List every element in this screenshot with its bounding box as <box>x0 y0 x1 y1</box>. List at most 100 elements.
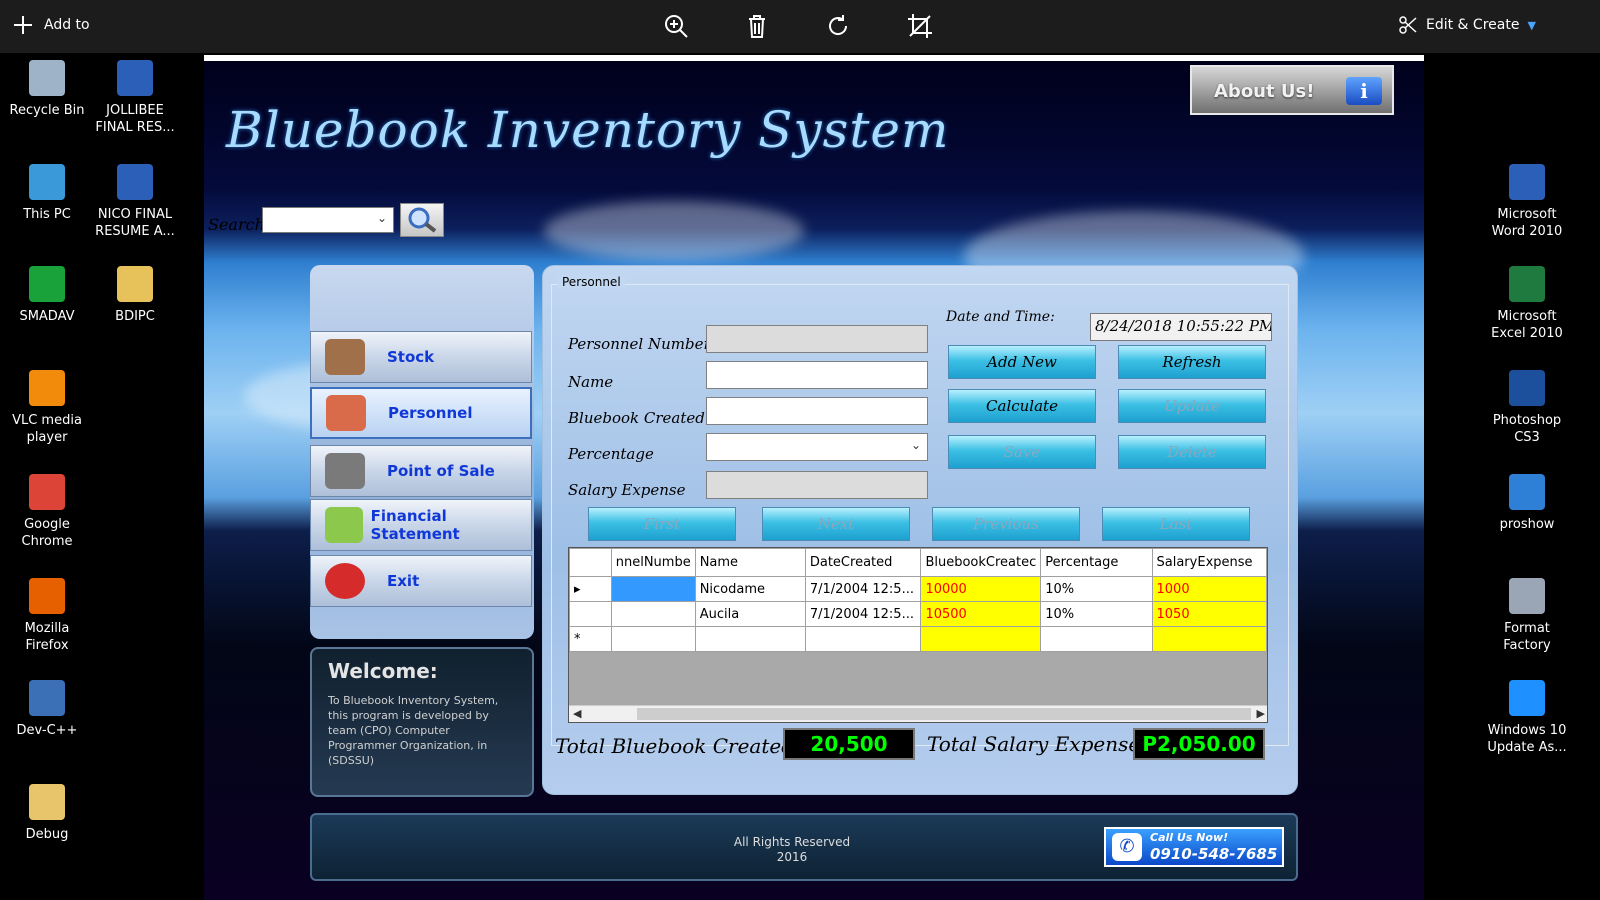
column-header[interactable]: Percentage <box>1040 548 1153 577</box>
table-cell[interactable]: 10500 <box>920 601 1042 627</box>
call-us-banner[interactable]: ✆ Call Us Now! 0910-548-7685 <box>1104 827 1284 867</box>
desktop-shortcut-label: VLC media player <box>12 413 82 445</box>
column-header[interactable]: DateCreated <box>804 548 922 577</box>
column-header[interactable]: nnelNumbe <box>610 548 696 577</box>
row-selector-icon[interactable]: ▸ <box>569 576 612 602</box>
table-row[interactable]: ▸ Nicodame 7/1/2004 12:5... 10000 10% 10… <box>569 576 1267 602</box>
desktop-shortcut-label: proshow <box>1499 517 1555 532</box>
bluebook-created-field[interactable] <box>706 397 928 425</box>
desktop-shortcut-label: Recycle Bin <box>9 103 85 118</box>
pos-receipt-icon <box>325 453 365 489</box>
nav-panel: Stock Personnel Point of Sale Financial … <box>310 265 534 639</box>
desktop-shortcut[interactable]: proshow <box>1484 474 1570 533</box>
previous-button[interactable]: Previous <box>932 507 1080 541</box>
scroll-left-icon[interactable]: ◀ <box>573 707 581 720</box>
update-button[interactable]: Update <box>1118 389 1266 423</box>
desktop-shortcut[interactable]: JOLLIBEE FINAL RES... <box>92 60 178 136</box>
scrollbar-thumb[interactable] <box>637 708 1251 720</box>
table-cell[interactable]: Nicodame <box>694 576 806 602</box>
smadav-icon <box>29 266 65 302</box>
search-combobox[interactable]: ⌄ <box>262 207 394 233</box>
personnel-panel: Personnel Personnel Number Name Bluebook… <box>542 265 1298 795</box>
nav-stock-button[interactable]: Stock <box>310 331 532 383</box>
desktop-shortcut[interactable]: Windows 10 Update As... <box>1484 680 1570 756</box>
percentage-combobox[interactable]: ⌄ <box>706 433 928 461</box>
table-cell[interactable] <box>610 601 696 627</box>
table-cell[interactable] <box>1151 626 1267 652</box>
table-cell[interactable]: 10000 <box>920 576 1042 602</box>
search-button[interactable] <box>400 203 444 237</box>
name-field[interactable] <box>706 361 928 389</box>
add-to-button[interactable]: Add to <box>12 14 90 36</box>
bluebook-created-label: Bluebook Created <box>568 409 705 427</box>
table-cell[interactable] <box>610 576 696 602</box>
rotate-icon[interactable] <box>824 12 852 40</box>
desktop-shortcut[interactable]: Dev-C++ <box>4 680 90 739</box>
next-button[interactable]: Next <box>762 507 910 541</box>
personnel-number-field[interactable] <box>706 325 928 353</box>
desktop-shortcut[interactable]: NICO FINAL RESUME A... <box>92 164 178 240</box>
crop-icon[interactable] <box>906 12 934 40</box>
nav-personnel-button[interactable]: Personnel <box>310 387 532 439</box>
personnel-number-label: Personnel Number <box>568 335 711 353</box>
table-cell[interactable]: 7/1/2004 12:5... <box>804 601 922 627</box>
desktop-shortcut[interactable]: Microsoft Excel 2010 <box>1484 266 1570 342</box>
nav-exit-label: Exit <box>387 572 420 590</box>
chrome-icon <box>29 474 65 510</box>
devcpp-icon <box>29 680 65 716</box>
horizontal-scrollbar[interactable]: ◀ ▶ <box>569 705 1267 722</box>
table-cell[interactable]: 10% <box>1040 576 1153 602</box>
table-cell[interactable] <box>920 626 1042 652</box>
desktop-shortcut[interactable]: VLC media player <box>4 370 90 446</box>
delete-icon[interactable] <box>743 12 771 40</box>
personnel-data-grid[interactable]: nnelNumbe Name DateCreated BluebookCreat… <box>568 547 1268 723</box>
desktop-shortcut[interactable]: BDIPC <box>92 266 178 325</box>
desktop-shortcut[interactable]: Google Chrome <box>4 474 90 550</box>
table-cell[interactable]: 1050 <box>1151 601 1267 627</box>
column-header[interactable]: SalaryExpense <box>1151 548 1267 577</box>
desktop-shortcut[interactable]: Recycle Bin <box>4 60 90 119</box>
desktop-shortcut[interactable]: Microsoft Word 2010 <box>1484 164 1570 240</box>
desktop-shortcut[interactable]: Photoshop CS3 <box>1484 370 1570 446</box>
first-button[interactable]: First <box>588 507 736 541</box>
desktop-shortcut[interactable]: Format Factory <box>1484 578 1570 654</box>
refresh-button[interactable]: Refresh <box>1118 345 1266 379</box>
nav-exit-button[interactable]: Exit <box>310 555 532 607</box>
desktop-shortcut-label: Microsoft Word 2010 <box>1491 207 1563 239</box>
column-header[interactable]: BluebookCreatec <box>920 548 1042 577</box>
table-cell[interactable]: 10% <box>1040 601 1153 627</box>
table-cell[interactable]: 1000 <box>1151 576 1267 602</box>
table-cell[interactable] <box>1040 626 1153 652</box>
new-row-asterisk-icon[interactable]: * <box>569 626 612 652</box>
add-new-button[interactable]: Add New <box>948 345 1096 379</box>
delete-button[interactable]: Delete <box>1118 435 1266 469</box>
desktop-shortcut[interactable]: Mozilla Firefox <box>4 578 90 654</box>
desktop-shortcut[interactable]: Debug <box>4 784 90 843</box>
table-cell[interactable]: Aucila <box>694 601 806 627</box>
scroll-right-icon[interactable]: ▶ <box>1257 707 1265 720</box>
nav-financial-statement-button[interactable]: Financial Statement <box>310 499 532 551</box>
desktop-shortcut[interactable]: SMADAV <box>4 266 90 325</box>
chevron-down-icon: ▼ <box>1527 18 1536 32</box>
column-header[interactable]: Name <box>694 548 806 577</box>
desktop-shortcut[interactable]: This PC <box>4 164 90 223</box>
new-row[interactable]: * <box>569 626 1267 652</box>
zoom-in-icon[interactable] <box>662 12 690 40</box>
edit-create-button[interactable]: Edit & Create ▼ <box>1398 15 1536 35</box>
computer-icon <box>29 164 65 200</box>
about-us-button[interactable]: About Us! i <box>1190 65 1394 115</box>
row-header[interactable] <box>569 601 612 627</box>
info-icon: i <box>1346 77 1382 105</box>
save-button[interactable]: Save <box>948 435 1096 469</box>
plus-icon <box>14 16 32 34</box>
table-row[interactable]: Aucila 7/1/2004 12:5... 10500 10% 1050 <box>569 601 1267 627</box>
table-cell[interactable]: 7/1/2004 12:5... <box>804 576 922 602</box>
table-cell[interactable] <box>804 626 922 652</box>
table-cell[interactable] <box>610 626 696 652</box>
calculate-button[interactable]: Calculate <box>948 389 1096 423</box>
nav-point-of-sale-button[interactable]: Point of Sale <box>310 445 532 497</box>
table-cell[interactable] <box>694 626 806 652</box>
chevron-down-icon: ⌄ <box>910 438 921 452</box>
last-button[interactable]: Last <box>1102 507 1250 541</box>
salary-expense-field[interactable] <box>706 471 928 499</box>
